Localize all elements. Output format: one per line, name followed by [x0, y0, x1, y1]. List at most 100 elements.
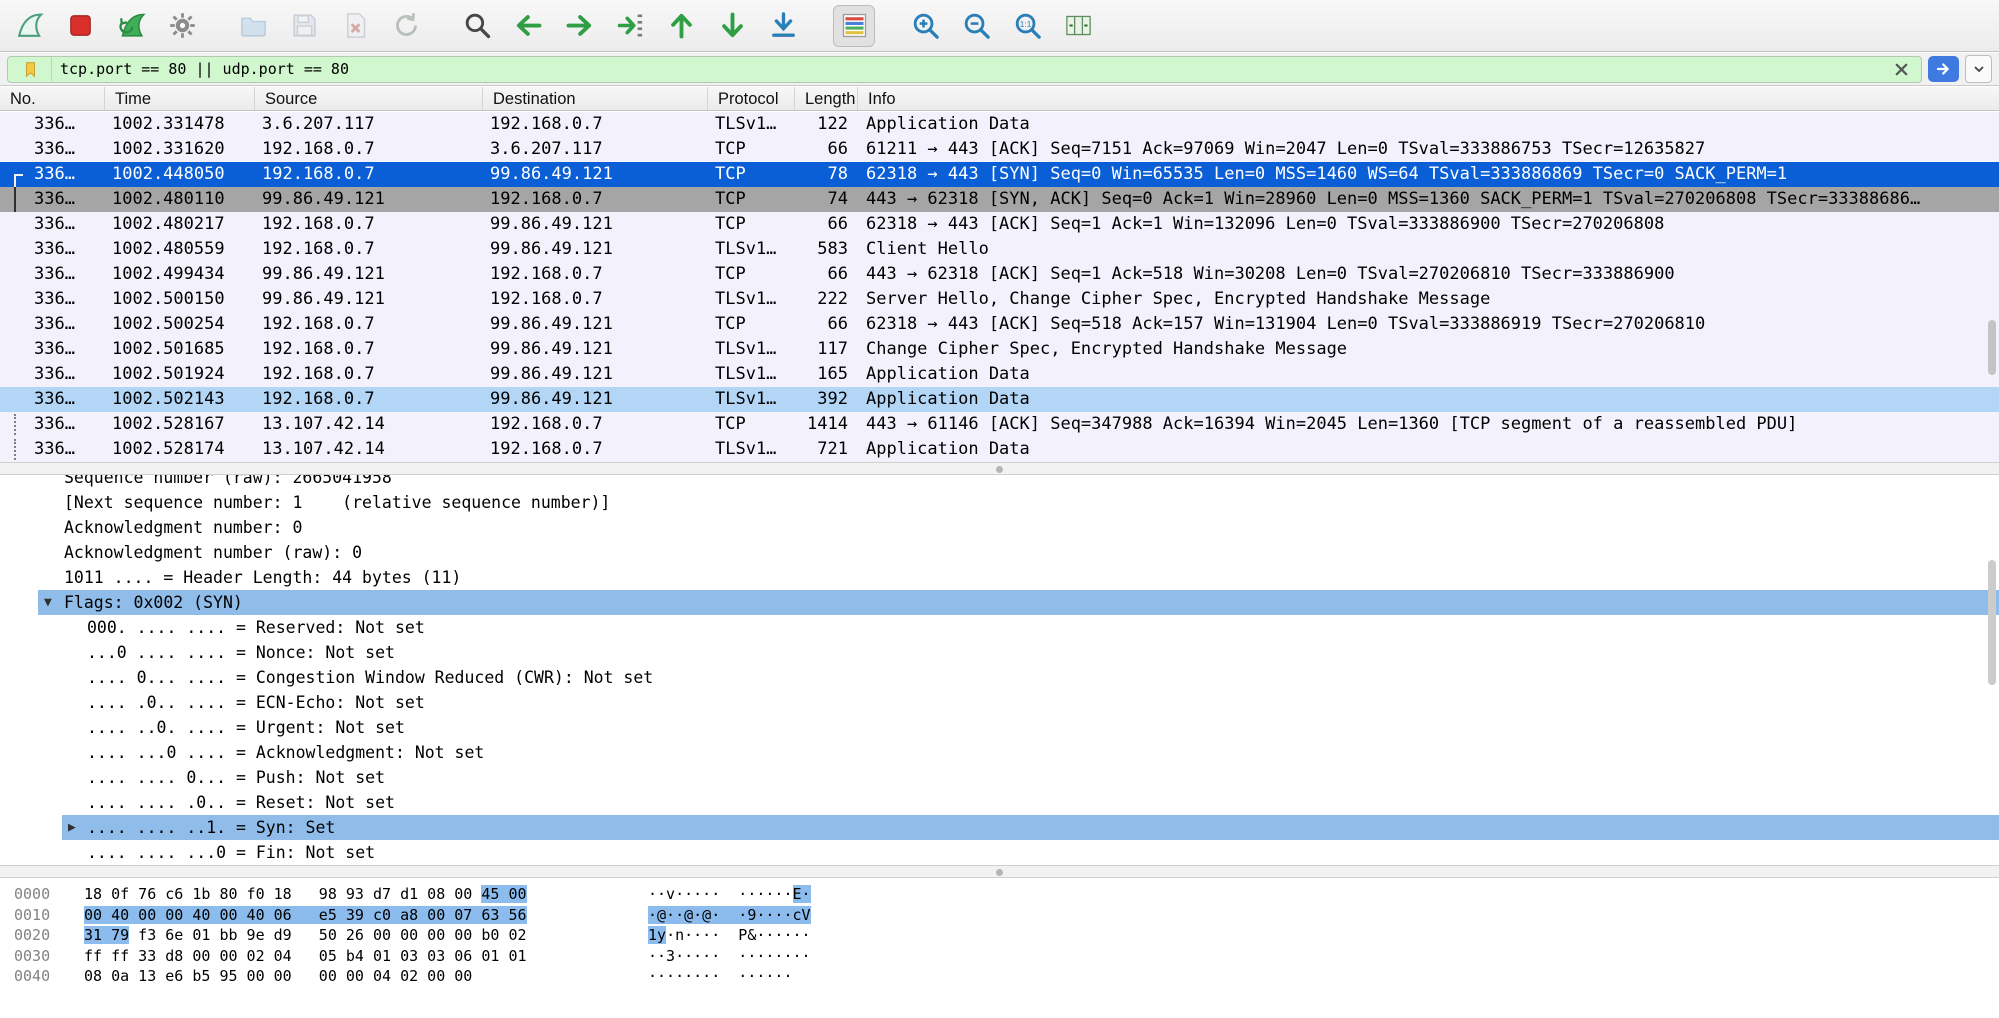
hex-ascii[interactable]: ········ ······	[648, 966, 793, 987]
hex-ascii[interactable]: ··3····· ········	[648, 946, 811, 967]
close-file-button[interactable]	[334, 5, 376, 47]
packet-row[interactable]: 336…1002.331620192.168.0.73.6.207.117TCP…	[0, 137, 1999, 162]
hex-ascii[interactable]: ··v····· ······E·	[648, 884, 811, 905]
column-header-length[interactable]: Length	[795, 87, 858, 110]
go-first-packet-button[interactable]	[660, 5, 702, 47]
colorize-button[interactable]	[833, 5, 875, 47]
stop-capture-button[interactable]	[59, 5, 101, 47]
hex-row[interactable]: 002031 79 f3 6e 01 bb 9e d9 50 26 00 00 …	[0, 925, 1999, 946]
column-header-time[interactable]: Time	[105, 87, 255, 110]
packet-row[interactable]: 336…1002.52816713.107.42.14192.168.0.7TC…	[0, 412, 1999, 437]
hex-bytes[interactable]: 00 40 00 00 40 00 40 06 e5 39 c0 a8 00 0…	[84, 905, 527, 926]
auto-scroll-button[interactable]	[762, 5, 804, 47]
display-filter-input[interactable]: tcp.port == 80 || udp.port == 80	[7, 56, 1922, 83]
cell-destination: 192.168.0.7	[483, 112, 708, 137]
column-header-source[interactable]: Source	[255, 87, 483, 110]
hex-offset: 0030	[14, 946, 50, 967]
detail-line[interactable]: [Next sequence number: 1 (relative seque…	[0, 490, 1999, 515]
detail-text: .... .... ..1. = Syn: Set	[87, 815, 335, 840]
pane-splitter[interactable]	[0, 462, 1999, 475]
detail-line[interactable]: ▼Flags: 0x002 (SYN)	[0, 590, 1999, 615]
packet-row[interactable]: 336…1002.3314783.6.207.117192.168.0.7TLS…	[0, 112, 1999, 137]
start-capture-button[interactable]	[8, 5, 50, 47]
details-scrollbar-thumb[interactable]	[1988, 560, 1996, 685]
cell-source: 13.107.42.14	[255, 437, 483, 462]
arrow-left-icon	[513, 10, 544, 41]
zoom-out-button[interactable]	[955, 5, 997, 47]
detail-line[interactable]: .... 0... .... = Congestion Window Reduc…	[0, 665, 1999, 690]
packet-row[interactable]: 336…1002.50015099.86.49.121192.168.0.7TL…	[0, 287, 1999, 312]
splitter-handle-icon[interactable]	[996, 869, 1003, 876]
detail-line[interactable]: .... .... 0... = Push: Not set	[0, 765, 1999, 790]
hex-row[interactable]: 001000 40 00 00 40 00 40 06 e5 39 c0 a8 …	[0, 905, 1999, 926]
detail-line[interactable]: .... ..0. .... = Urgent: Not set	[0, 715, 1999, 740]
apply-filter-button[interactable]	[1928, 56, 1959, 82]
detail-line[interactable]: ▶ .... .... ..1. = Syn: Set	[0, 815, 1999, 840]
go-last-packet-button[interactable]	[711, 5, 753, 47]
hex-bytes[interactable]: 08 0a 13 e6 b5 95 00 00 00 00 04 02 00 0…	[84, 966, 472, 987]
detail-text: [Next sequence number: 1 (relative seque…	[64, 490, 610, 515]
related-packet-marker-icon	[14, 439, 23, 460]
zoom-in-button[interactable]	[904, 5, 946, 47]
restart-capture-button[interactable]	[110, 5, 152, 47]
detail-line[interactable]: .... .0.. .... = ECN-Echo: Not set	[0, 690, 1999, 715]
cell-length: 117	[795, 337, 858, 362]
column-header-info[interactable]: Info	[858, 87, 1999, 110]
detail-line[interactable]: 000. .... .... = Reserved: Not set	[0, 615, 1999, 640]
collapse-icon[interactable]: ▼	[44, 590, 52, 615]
packet-list-scrollbar-thumb[interactable]	[1988, 320, 1996, 375]
packet-row[interactable]: 336…1002.480559192.168.0.799.86.49.121TL…	[0, 237, 1999, 262]
hex-bytes[interactable]: ff ff 33 d8 00 00 02 04 05 b4 01 03 03 0…	[84, 946, 527, 967]
expand-icon[interactable]: ▶	[68, 815, 76, 840]
column-header-protocol[interactable]: Protocol	[708, 87, 795, 110]
splitter-handle-icon[interactable]	[996, 466, 1003, 473]
resize-columns-button[interactable]	[1057, 5, 1099, 47]
detail-line[interactable]: ...0 .... .... = Nonce: Not set	[0, 640, 1999, 665]
column-header-no[interactable]: No.	[0, 87, 105, 110]
cell-no: 336…	[0, 187, 105, 212]
packet-row[interactable]: 336…1002.500254192.168.0.799.86.49.121TC…	[0, 312, 1999, 337]
column-header-destination[interactable]: Destination	[483, 87, 708, 110]
detail-line[interactable]: Sequence number (raw): 2665041958	[0, 475, 1999, 490]
packet-row[interactable]: 336…1002.48011099.86.49.121192.168.0.7TC…	[0, 187, 1999, 212]
packet-row[interactable]: 336…1002.501924192.168.0.799.86.49.121TL…	[0, 362, 1999, 387]
hex-bytes[interactable]: 18 0f 76 c6 1b 80 f0 18 98 93 d7 d1 08 0…	[84, 884, 527, 905]
bookmark-ribbon-icon[interactable]	[16, 57, 52, 81]
hex-bytes[interactable]: 31 79 f3 6e 01 bb 9e d9 50 26 00 00 00 0…	[84, 925, 527, 946]
detail-line[interactable]: .... ...0 .... = Acknowledgment: Not set	[0, 740, 1999, 765]
reload-file-button[interactable]	[385, 5, 427, 47]
packet-row[interactable]: 336…1002.49943499.86.49.121192.168.0.7TC…	[0, 262, 1999, 287]
zoom-reset-button[interactable]: 1:1	[1006, 5, 1048, 47]
detail-line[interactable]: 1011 .... = Header Length: 44 bytes (11)	[0, 565, 1999, 590]
hex-row[interactable]: 004008 0a 13 e6 b5 95 00 00 00 00 04 02 …	[0, 966, 1999, 987]
cell-info: 62318 → 443 [ACK] Seq=1 Ack=1 Win=132096…	[858, 212, 1999, 237]
hex-ascii[interactable]: 1y·n···· P&······	[648, 925, 811, 946]
go-back-button[interactable]	[507, 5, 549, 47]
cell-length: 66	[795, 262, 858, 287]
go-to-packet-button[interactable]	[609, 5, 651, 47]
cell-no: 336…	[0, 162, 105, 187]
go-forward-button[interactable]	[558, 5, 600, 47]
pane-splitter[interactable]	[0, 865, 1999, 878]
capture-options-button[interactable]	[161, 5, 203, 47]
packet-row[interactable]: 336…1002.448050192.168.0.799.86.49.121TC…	[0, 162, 1999, 187]
save-file-button[interactable]	[283, 5, 325, 47]
main-toolbar: 1:1	[0, 0, 1999, 52]
zoom-in-icon	[910, 10, 941, 41]
hex-row[interactable]: 000018 0f 76 c6 1b 80 f0 18 98 93 d7 d1 …	[0, 884, 1999, 905]
packet-row[interactable]: 336…1002.52817413.107.42.14192.168.0.7TL…	[0, 437, 1999, 462]
cell-destination: 99.86.49.121	[483, 362, 708, 387]
hex-row[interactable]: 0030 ff ff 33 d8 00 00 02 04 05 b4 01 03 …	[0, 946, 1999, 967]
open-file-button[interactable]	[232, 5, 274, 47]
packet-row[interactable]: 336…1002.480217192.168.0.799.86.49.121TC…	[0, 212, 1999, 237]
packet-row[interactable]: 336…1002.502143192.168.0.799.86.49.121TL…	[0, 387, 1999, 412]
detail-line[interactable]: .... .... ...0 = Fin: Not set	[0, 840, 1999, 865]
packet-row[interactable]: 336…1002.501685192.168.0.799.86.49.121TL…	[0, 337, 1999, 362]
detail-line[interactable]: .... .... .0.. = Reset: Not set	[0, 790, 1999, 815]
detail-line[interactable]: Acknowledgment number (raw): 0	[0, 540, 1999, 565]
hex-ascii[interactable]: ·@··@·@· ·9····cV	[648, 905, 811, 926]
detail-line[interactable]: Acknowledgment number: 0	[0, 515, 1999, 540]
find-packet-button[interactable]	[456, 5, 498, 47]
filter-dropdown-button[interactable]	[1965, 55, 1992, 83]
clear-filter-icon[interactable]	[1889, 57, 1913, 81]
